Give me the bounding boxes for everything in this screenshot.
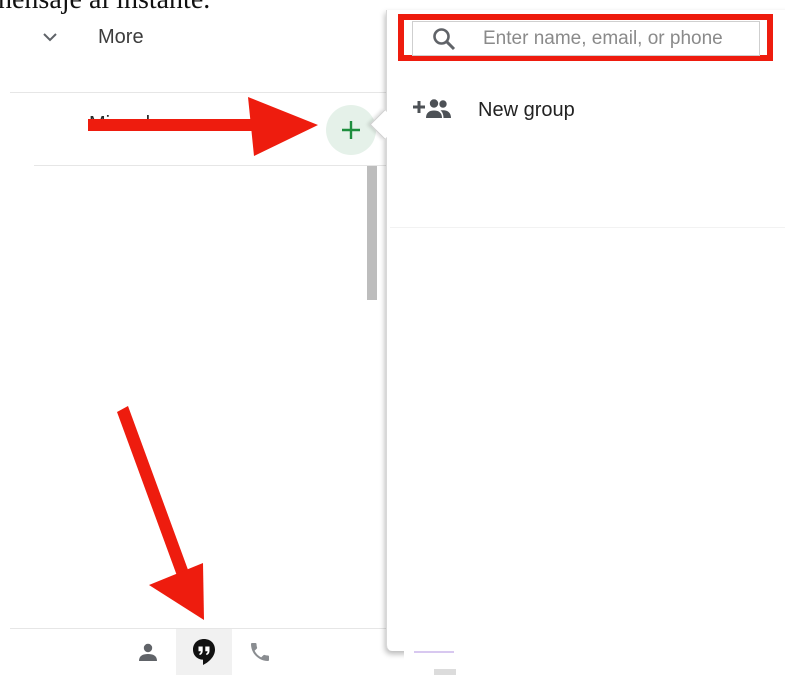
scrollbar-thumb[interactable] — [367, 166, 377, 300]
tab-contacts[interactable] — [120, 629, 176, 675]
divider — [390, 227, 785, 228]
plus-icon — [342, 121, 360, 139]
more-toggle[interactable]: More — [40, 22, 144, 52]
hangouts-quote-icon — [193, 639, 215, 665]
screenshot-stage: nensaje al instante. More Miranda — [0, 0, 785, 675]
new-group-label: New group — [478, 98, 575, 121]
phone-icon — [251, 643, 269, 661]
search-highlight-box — [398, 14, 773, 61]
more-label: More — [98, 25, 144, 48]
divider — [34, 165, 388, 166]
search-icon — [429, 24, 459, 54]
new-group-item[interactable]: New group — [412, 90, 575, 130]
tab-conversations[interactable] — [176, 629, 232, 675]
chevron-down-icon — [40, 27, 60, 47]
bottom-tab-bar — [120, 629, 288, 675]
search-input[interactable] — [483, 27, 753, 50]
search-field[interactable] — [412, 21, 760, 56]
person-icon — [139, 643, 157, 661]
tab-phone-calls[interactable] — [232, 629, 288, 675]
background-strip — [404, 651, 785, 675]
contact-name: Miranda — [89, 113, 162, 135]
annotation-arrow-down — [117, 406, 204, 620]
add-group-icon — [413, 99, 451, 118]
add-conversation-button[interactable] — [326, 105, 376, 155]
caption-text: nensaje al instante. — [0, 0, 210, 16]
